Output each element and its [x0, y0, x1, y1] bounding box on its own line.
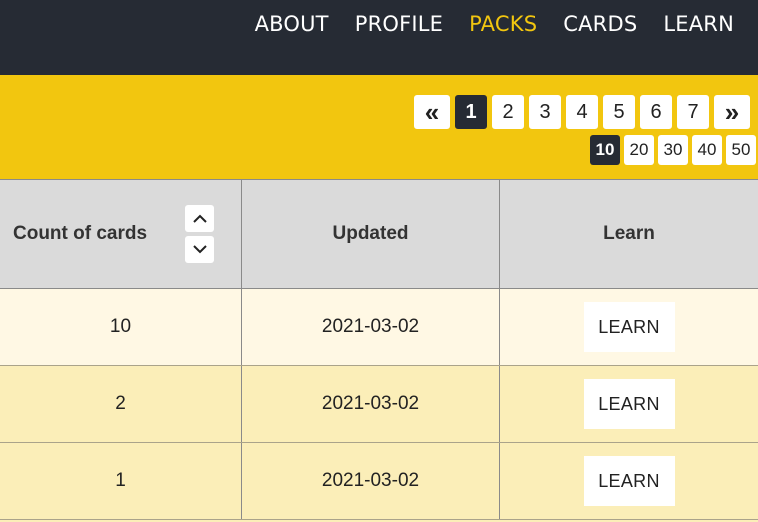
controls-band: « 1 2 3 4 5 6 7 » 10 20 30 40 50	[0, 75, 758, 179]
column-header-updated: Updated	[242, 180, 500, 288]
page-button-5[interactable]: 5	[603, 95, 635, 129]
chevron-up-icon[interactable]	[185, 205, 214, 232]
cell-count: 10	[0, 289, 242, 365]
table-row: 1 2021-03-02 LEARN	[0, 443, 758, 520]
pagination: « 1 2 3 4 5 6 7 »	[414, 95, 750, 129]
page-size-50-button[interactable]: 50	[726, 135, 756, 165]
column-header-count-label: Count of cards	[13, 223, 148, 244]
cell-updated: 2021-03-02	[242, 289, 500, 365]
page-button-1[interactable]: 1	[455, 95, 487, 129]
page-size-30-button[interactable]: 30	[658, 135, 688, 165]
nav-cards-link[interactable]: CARDS	[563, 11, 637, 37]
table-row: 2 2021-03-02 LEARN	[0, 366, 758, 443]
packs-table: Count of cards Updated Learn 10 2021-03-…	[0, 179, 758, 520]
pagination-next-button[interactable]: »	[714, 95, 750, 129]
learn-button[interactable]: LEARN	[583, 379, 675, 429]
nav-about-link[interactable]: ABOUT	[255, 11, 329, 37]
sort-controls	[185, 205, 214, 263]
cell-learn: LEARN	[500, 289, 758, 365]
page-size-selector: 10 20 30 40 50	[590, 135, 756, 165]
page-button-7[interactable]: 7	[677, 95, 709, 129]
page-button-6[interactable]: 6	[640, 95, 672, 129]
chevron-down-icon[interactable]	[185, 236, 214, 263]
page-button-3[interactable]: 3	[529, 95, 561, 129]
nav-learn-link[interactable]: LEARN	[663, 11, 734, 37]
table-row: 10 2021-03-02 LEARN	[0, 289, 758, 366]
nav-packs-link[interactable]: PACKS	[469, 11, 537, 37]
top-navbar: ABOUT PROFILE PACKS CARDS LEARN	[0, 0, 758, 75]
page-size-40-button[interactable]: 40	[692, 135, 722, 165]
cell-count: 1	[0, 443, 242, 519]
learn-button[interactable]: LEARN	[583, 456, 675, 506]
page-size-20-button[interactable]: 20	[624, 135, 654, 165]
page-button-4[interactable]: 4	[566, 95, 598, 129]
column-header-count: Count of cards	[0, 180, 242, 288]
column-header-learn: Learn	[603, 223, 655, 244]
cell-learn: LEARN	[500, 366, 758, 442]
cell-count: 2	[0, 366, 242, 442]
cell-learn: LEARN	[500, 443, 758, 519]
page-size-10-button[interactable]: 10	[590, 135, 620, 165]
page-button-2[interactable]: 2	[492, 95, 524, 129]
cell-updated: 2021-03-02	[242, 443, 500, 519]
cell-updated: 2021-03-02	[242, 366, 500, 442]
table-header-row: Count of cards Updated Learn	[0, 179, 758, 289]
nav-profile-link[interactable]: PROFILE	[355, 11, 443, 37]
learn-button[interactable]: LEARN	[583, 302, 675, 352]
main-nav: ABOUT PROFILE PACKS CARDS LEARN	[255, 11, 734, 37]
pagination-prev-button[interactable]: «	[414, 95, 450, 129]
